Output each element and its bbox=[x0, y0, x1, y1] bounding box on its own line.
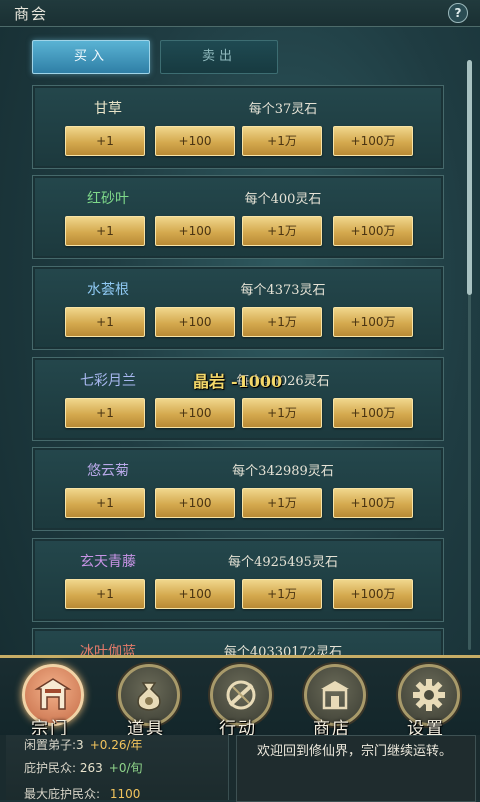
item-price: 每个400灵石 bbox=[244, 192, 322, 207]
item-price: 每个4373灵石 bbox=[240, 283, 326, 298]
bottom-nav: 宗门 道具 行动 商店 设置 bbox=[0, 655, 480, 739]
add-1-button[interactable]: +1 bbox=[65, 398, 145, 428]
stat-sheltered-people: 庇护民众: 263 +0/旬 bbox=[24, 761, 143, 775]
add-1m-button[interactable]: +100万 bbox=[333, 398, 413, 428]
nav-action[interactable]: 行动 bbox=[200, 664, 276, 739]
stat-idle-disciples: 闲置弟子:3 +0.26/年 bbox=[24, 738, 143, 752]
add-1m-button[interactable]: +100万 bbox=[333, 488, 413, 518]
float-item: 晶岩 bbox=[193, 372, 226, 391]
item-card: 悠云菊 每个342989灵石 +1 +100 +1万 +100万 bbox=[32, 447, 444, 531]
stat-max-sheltered: 最大庇护民众: 1100 bbox=[24, 787, 141, 801]
float-amount: -1000 bbox=[231, 372, 283, 391]
scrollbar-thumb[interactable] bbox=[467, 60, 472, 295]
add-100-button[interactable]: +100 bbox=[155, 126, 235, 156]
item-price: 每个40330172灵石 bbox=[223, 645, 343, 655]
stats-panel: 闲置弟子:3 +0.26/年 庇护民众: 263 +0/旬 最大庇护民众: 1100 bbox=[6, 735, 229, 801]
add-1-button[interactable]: +1 bbox=[65, 579, 145, 609]
item-price: 每个4925495灵石 bbox=[228, 555, 338, 570]
nav-items[interactable]: 道具 bbox=[108, 664, 184, 739]
add-100-button[interactable]: +100 bbox=[155, 398, 235, 428]
add-1m-button[interactable]: +100万 bbox=[333, 307, 413, 337]
add-1-button[interactable]: +1 bbox=[65, 126, 145, 156]
status-panel: 闲置弟子:3 +0.26/年 庇护民众: 263 +0/旬 最大庇护民众: 1100… bbox=[0, 735, 480, 802]
item-name: 七彩月兰 bbox=[80, 373, 136, 389]
item-card: 红砂叶 每个400灵石 +1 +100 +1万 +100万 bbox=[32, 175, 444, 259]
item-card: 甘草 每个37灵石 +1 +100 +1万 +100万 bbox=[32, 85, 444, 169]
item-name: 甘草 bbox=[94, 101, 122, 117]
item-name: 红砂叶 bbox=[87, 191, 129, 207]
add-1m-button[interactable]: +100万 bbox=[333, 126, 413, 156]
item-name: 玄天青藤 bbox=[80, 554, 136, 570]
item-name: 水荟根 bbox=[87, 282, 129, 298]
add-1m-button[interactable]: +100万 bbox=[333, 579, 413, 609]
add-100-button[interactable]: +100 bbox=[155, 216, 235, 246]
item-card: 冰叶伽蓝每个40330172灵石+1+100+1万+100万 bbox=[32, 628, 444, 655]
item-card: 水荟根 每个4373灵石 +1 +100 +1万 +100万 bbox=[32, 266, 444, 350]
add-10k-button[interactable]: +1万 bbox=[242, 579, 322, 609]
add-1m-button[interactable]: +100万 bbox=[333, 216, 413, 246]
item-name: 悠云菊 bbox=[87, 463, 129, 479]
add-10k-button[interactable]: +1万 bbox=[242, 216, 322, 246]
add-100-button[interactable]: +100 bbox=[155, 579, 235, 609]
add-10k-button[interactable]: +1万 bbox=[242, 126, 322, 156]
add-100-button[interactable]: +100 bbox=[155, 307, 235, 337]
add-1-button[interactable]: +1 bbox=[65, 488, 145, 518]
item-list: 甘草 每个37灵石 +1 +100 +1万 +100万 红砂叶 每个400灵石 +1 +100 +1… bbox=[0, 0, 480, 655]
item-name: 冰叶伽蓝 bbox=[80, 644, 136, 655]
item-card: 玄天青藤 每个4925495灵石 +1 +100 +1万 +100万 bbox=[32, 538, 444, 622]
welcome-message: 欢迎回到修仙界，宗门继续运转。 bbox=[257, 744, 453, 759]
nav-shop[interactable]: 商店 bbox=[294, 664, 370, 739]
add-1-button[interactable]: +1 bbox=[65, 216, 145, 246]
add-1-button[interactable]: +1 bbox=[65, 307, 145, 337]
item-price: 每个342989灵石 bbox=[232, 464, 334, 479]
nav-settings[interactable]: 设置 bbox=[388, 664, 464, 739]
add-100-button[interactable]: +100 bbox=[155, 488, 235, 518]
nav-sect[interactable]: 宗门 bbox=[12, 664, 88, 739]
add-10k-button[interactable]: +1万 bbox=[242, 488, 322, 518]
add-10k-button[interactable]: +1万 bbox=[242, 398, 322, 428]
float-notification: 晶岩 -1000 bbox=[193, 368, 282, 392]
add-10k-button[interactable]: +1万 bbox=[242, 307, 322, 337]
message-panel: 欢迎回到修仙界，宗门继续运转。 bbox=[236, 735, 476, 802]
item-price: 每个37灵石 bbox=[248, 102, 318, 117]
